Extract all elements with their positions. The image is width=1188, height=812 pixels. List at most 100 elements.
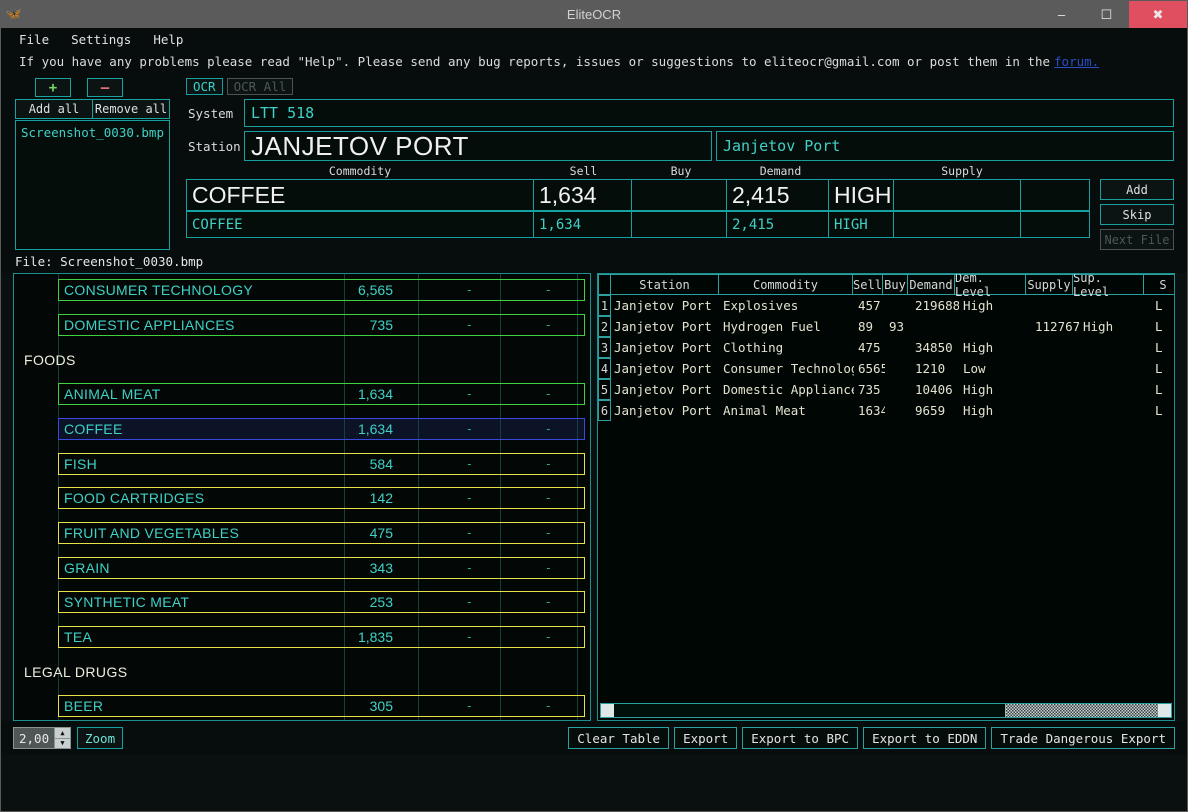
cell-truncated[interactable]: L	[1151, 382, 1174, 397]
scroll-track-remainder[interactable]	[1005, 704, 1158, 717]
zoom-stepper[interactable]: 2,00 ▲ ▼	[13, 727, 71, 749]
preview-commodity-row[interactable]: CONSUMER TECHNOLOGY 6,565 - -	[58, 279, 585, 301]
cell-commodity[interactable]: Domestic Appliances	[719, 382, 854, 397]
cell-demand-level[interactable]: High	[959, 340, 1031, 355]
chevron-down-icon[interactable]: ▼	[55, 737, 70, 748]
preview-commodity-row[interactable]: COFFEE 1,634 - -	[58, 418, 585, 440]
cell-sell[interactable]: 89	[854, 319, 885, 334]
cell-supply-level[interactable]: High	[1079, 319, 1151, 334]
th-station[interactable]: Station	[610, 274, 719, 295]
export-to-eddn-button[interactable]: Export to EDDN	[863, 727, 987, 749]
preview-commodity-row[interactable]: FISH 584 - -	[58, 453, 585, 475]
supply-input[interactable]	[893, 211, 1021, 238]
preview-commodity-row[interactable]: ANIMAL MEAT 1,634 - -	[58, 383, 585, 405]
commodity-input[interactable]: COFFEE	[186, 211, 534, 238]
list-item[interactable]: Screenshot_0030.bmp	[21, 125, 164, 140]
cell-station[interactable]: Janjetov Port	[610, 382, 719, 397]
cell-sell[interactable]: 457	[854, 298, 885, 313]
cell-commodity[interactable]: Animal Meat	[719, 403, 854, 418]
zoom-value[interactable]: 2,00	[14, 728, 54, 748]
th-truncated[interactable]: S	[1143, 274, 1174, 295]
table-row[interactable]: 5 Janjetov Port Domestic Appliances 735 1040…	[598, 379, 1174, 400]
sell-input[interactable]: 1,634	[533, 211, 632, 238]
cell-station[interactable]: Janjetov Port	[610, 340, 719, 355]
cell-demand[interactable]: 219688	[911, 298, 959, 313]
cell-station[interactable]: Janjetov Port	[610, 319, 719, 334]
remove-file-icon[interactable]: –	[87, 78, 123, 97]
scroll-thumb[interactable]	[614, 704, 1006, 717]
cell-commodity[interactable]: Clothing	[719, 340, 854, 355]
table-row[interactable]: 2 Janjetov Port Hydrogen Fuel 89 93 112767 Hig…	[598, 316, 1174, 337]
preview-commodity-row[interactable]: BEER 305 - -	[58, 695, 585, 717]
cell-demand-level[interactable]: High	[959, 403, 1031, 418]
cell-demand-level[interactable]: High	[959, 382, 1031, 397]
skip-button[interactable]: Skip	[1100, 204, 1174, 225]
cell-commodity[interactable]: Explosives	[719, 298, 854, 313]
preview-commodity-row[interactable]: SYNTHETIC MEAT 253 - -	[58, 591, 585, 613]
cell-demand[interactable]: 10406	[911, 382, 959, 397]
cell-truncated[interactable]: L	[1151, 340, 1174, 355]
preview-commodity-row[interactable]: DOMESTIC APPLIANCES 735 - -	[58, 314, 585, 336]
th-sell[interactable]: Sell	[852, 274, 883, 295]
table-row[interactable]: 3 Janjetov Port Clothing 475 34850 High L	[598, 337, 1174, 358]
add-button[interactable]: Add	[1100, 179, 1174, 200]
scroll-right-button[interactable]	[1158, 704, 1171, 717]
file-list[interactable]: Screenshot_0030.bmp	[15, 120, 170, 250]
th-commodity[interactable]: Commodity	[718, 274, 853, 295]
image-preview[interactable]: CONSUMER TECHNOLOGY 6,565- - DOMESTIC APPLI…	[13, 273, 591, 721]
export-button[interactable]: Export	[674, 727, 738, 749]
results-table[interactable]: Station Commodity Sell Buy Demand Dem. L…	[597, 273, 1175, 721]
cell-commodity[interactable]: Hydrogen Fuel	[719, 319, 854, 334]
add-all-button[interactable]: Add all	[15, 99, 93, 119]
maximize-button[interactable]: ☐	[1084, 1, 1129, 28]
preview-commodity-row[interactable]: FOOD CARTRIDGES 142 - -	[58, 487, 585, 509]
preview-commodity-row[interactable]: GRAIN 343 - -	[58, 557, 585, 579]
zoom-button[interactable]: Zoom	[77, 727, 124, 749]
th-supply[interactable]: Supply	[1025, 274, 1073, 295]
chevron-up-icon[interactable]: ▲	[55, 728, 70, 738]
preview-commodity-row[interactable]: FRUIT AND VEGETABLES 475 - -	[58, 522, 585, 544]
th-demand-level[interactable]: Dem. Level	[954, 274, 1026, 299]
cell-station[interactable]: Janjetov Port	[610, 361, 719, 376]
table-row[interactable]: 6Janjetov PortAnimal Meat16349659HighL	[598, 400, 1174, 421]
menu-item-settings[interactable]: Settings	[71, 32, 131, 47]
cell-sell[interactable]: 1634	[854, 403, 885, 418]
cell-demand-level[interactable]: Low	[959, 361, 1031, 376]
cell-demand[interactable]: 34850	[911, 340, 959, 355]
cell-supply[interactable]: 112767	[1031, 319, 1079, 334]
cell-truncated[interactable]: L	[1151, 403, 1174, 418]
th-buy[interactable]: Buy	[882, 274, 908, 295]
th-demand[interactable]: Demand	[907, 274, 955, 295]
clear-table-button[interactable]: Clear Table	[568, 727, 670, 749]
cell-station[interactable]: Janjetov Port	[610, 298, 719, 313]
demand-level-input[interactable]: HIGH	[828, 211, 894, 238]
table-row[interactable]: 1 Janjetov Port Explosives 457 219688 High L	[598, 295, 1174, 316]
buy-input[interactable]	[631, 211, 727, 238]
preview-commodity-row[interactable]: TEA 1,835 - -	[58, 626, 585, 648]
forum-link[interactable]: forum.	[1054, 54, 1099, 69]
cell-demand[interactable]: 9659	[911, 403, 959, 418]
cell-sell[interactable]: 6565	[854, 361, 885, 376]
cell-truncated[interactable]: L	[1151, 361, 1174, 376]
table-row[interactable]: 4Janjetov PortConsumer Technology6565121…	[598, 358, 1174, 379]
menu-item-file[interactable]: File	[19, 32, 49, 47]
cell-sell[interactable]: 475	[854, 340, 885, 355]
cell-station[interactable]: Janjetov Port	[610, 403, 719, 418]
close-button[interactable]: ✖	[1129, 1, 1187, 28]
menu-item-help[interactable]: Help	[153, 32, 183, 47]
horizontal-scrollbar[interactable]	[600, 703, 1172, 718]
cell-truncated[interactable]: L	[1151, 319, 1174, 334]
th-supply-level[interactable]: Sup. Level	[1072, 274, 1144, 299]
system-input[interactable]: LTT 518	[244, 99, 1174, 127]
remove-all-button[interactable]: Remove all	[93, 99, 170, 119]
minimize-button[interactable]: –	[1039, 1, 1084, 28]
export-to-bpc-button[interactable]: Export to BPC	[742, 727, 859, 749]
cell-commodity[interactable]: Consumer Technology	[719, 361, 854, 376]
cell-demand[interactable]: 1210	[911, 361, 959, 376]
scroll-left-button[interactable]	[601, 704, 614, 717]
scroll-track[interactable]	[614, 704, 1158, 717]
cell-truncated[interactable]: L	[1151, 298, 1174, 313]
supply-level-input[interactable]	[1020, 211, 1090, 238]
cell-demand-level[interactable]: High	[959, 298, 1031, 313]
cell-sell[interactable]: 735	[854, 382, 885, 397]
